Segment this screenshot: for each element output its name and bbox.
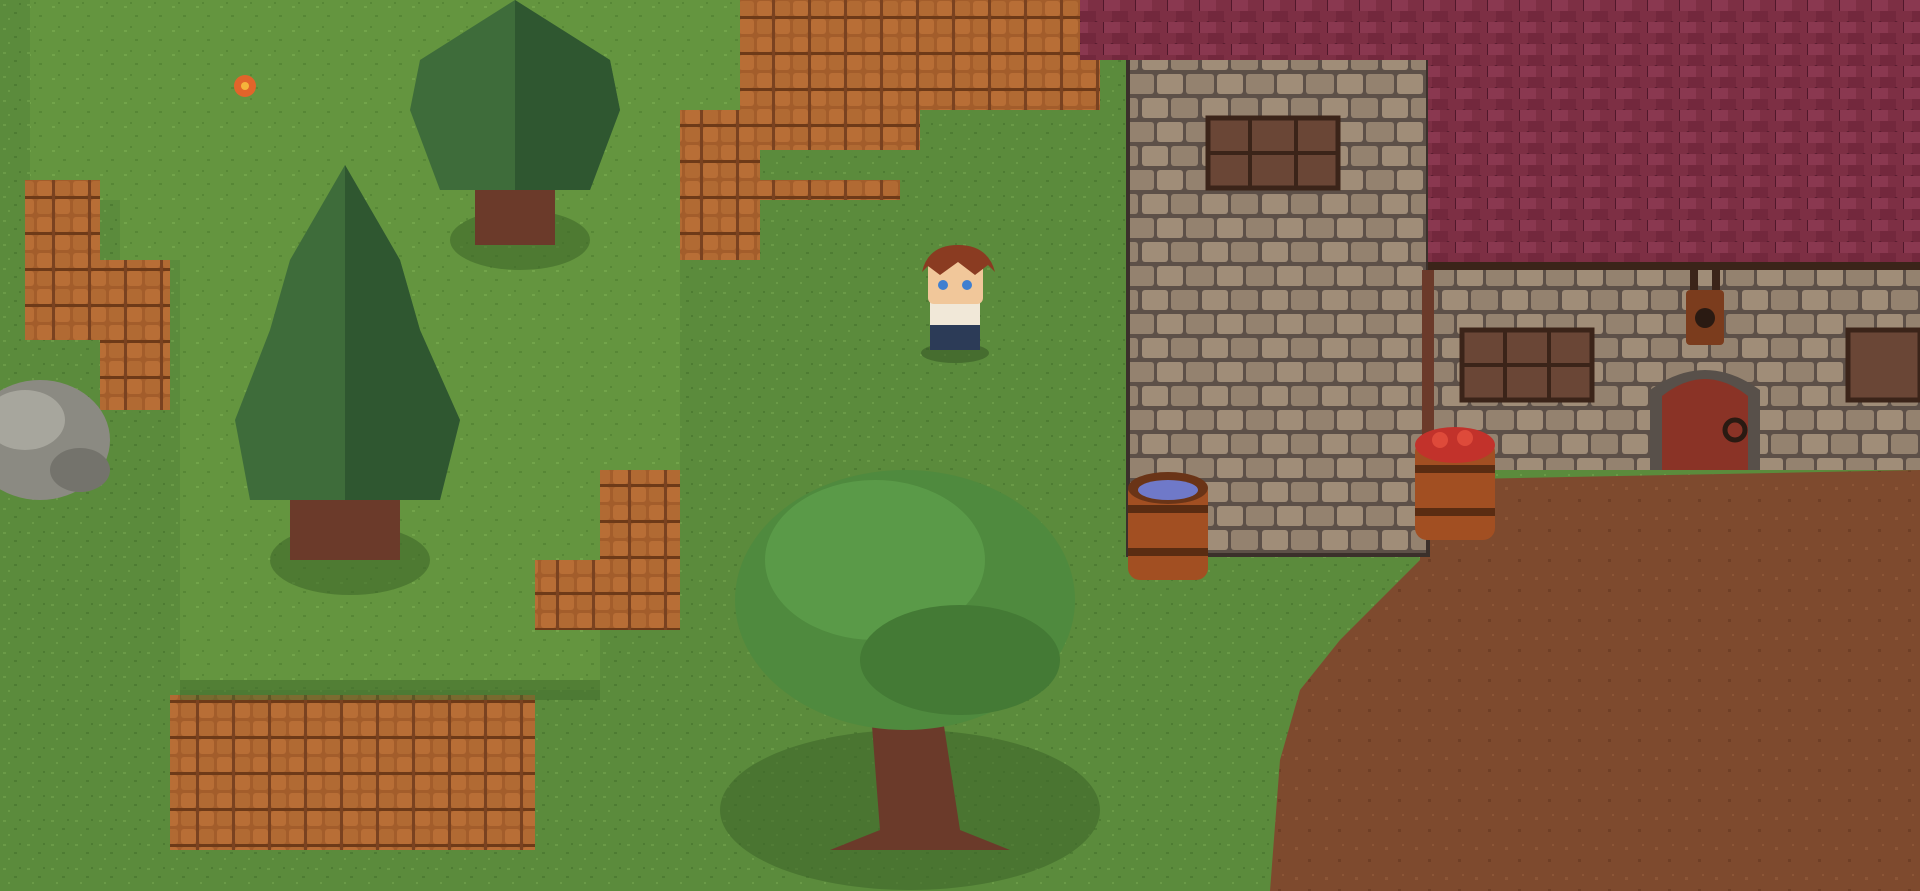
cottage-window [1845, 327, 1920, 403]
oak-tree [720, 470, 1100, 890]
game-world[interactable] [0, 0, 1920, 891]
wooden-door[interactable] [1650, 370, 1760, 470]
cliff-bottom [170, 695, 535, 850]
flower [234, 75, 256, 97]
water-barrel[interactable] [1128, 472, 1208, 580]
ledge-shadow [180, 680, 600, 700]
game-scene[interactable] [0, 0, 1920, 891]
apple-barrel[interactable] [1415, 427, 1495, 540]
